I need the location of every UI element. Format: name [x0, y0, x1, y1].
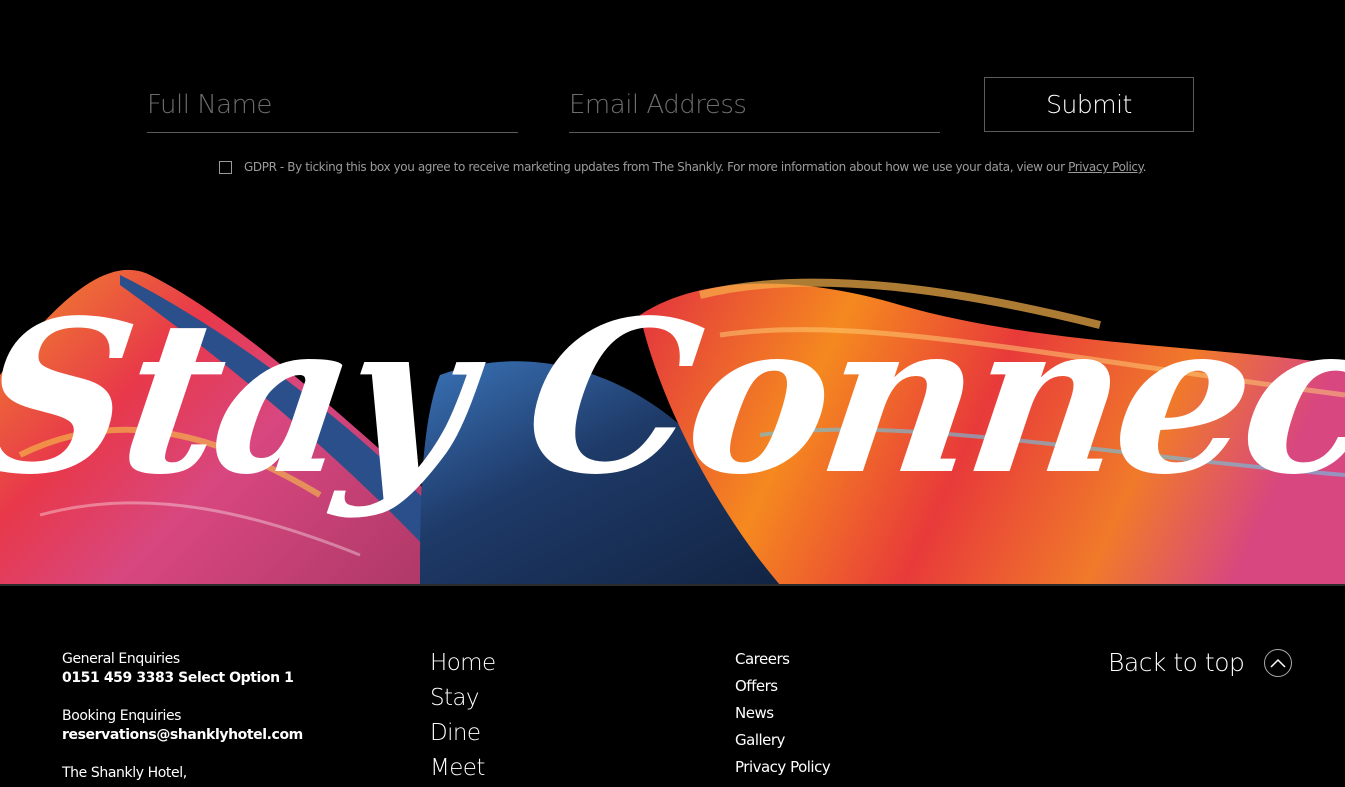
- stay-connected-banner: Stay Connected: [0, 255, 1345, 585]
- general-enquiries-phone[interactable]: 0151 459 3383 Select Option 1: [62, 669, 303, 688]
- submit-button[interactable]: Submit: [984, 77, 1194, 132]
- general-enquiries-label: General Enquiries: [62, 651, 180, 667]
- newsletter-form: Submit: [0, 77, 1345, 133]
- back-to-top-label: Back to top: [1108, 648, 1245, 677]
- nav-home[interactable]: Home: [430, 646, 496, 681]
- footer-secondary-nav: Careers Offers News Gallery Privacy Poli…: [735, 646, 831, 781]
- nav-meet[interactable]: Meet: [430, 751, 496, 786]
- footer-main-nav: Home Stay Dine Meet: [430, 646, 496, 786]
- nav-gallery[interactable]: Gallery: [735, 727, 830, 754]
- divider: [0, 584, 1345, 586]
- nav-privacy-policy[interactable]: Privacy Policy: [735, 754, 831, 781]
- stay-connected-heading: Stay Connected: [0, 274, 1345, 521]
- email-input[interactable]: [569, 85, 940, 125]
- nav-news[interactable]: News: [735, 700, 830, 727]
- booking-enquiries-email[interactable]: reservations@shanklyhotel.com: [62, 726, 303, 745]
- address-line: The Shankly Hotel,: [62, 765, 187, 781]
- email-field: [569, 77, 940, 133]
- nav-stay[interactable]: Stay: [430, 681, 496, 716]
- full-name-field: [147, 77, 518, 133]
- back-to-top-button[interactable]: Back to top: [1108, 648, 1293, 677]
- gdpr-consent: GDPR - By ticking this box you agree to …: [219, 158, 1146, 176]
- booking-enquiries-label: Booking Enquiries: [62, 708, 182, 724]
- nav-offers[interactable]: Offers: [735, 673, 830, 700]
- nav-dine[interactable]: Dine: [430, 716, 496, 751]
- full-name-input[interactable]: [147, 85, 518, 125]
- gdpr-checkbox[interactable]: [219, 160, 232, 174]
- gdpr-text: GDPR - By ticking this box you agree to …: [244, 160, 1146, 174]
- chevron-up-icon: [1264, 648, 1293, 677]
- privacy-policy-link[interactable]: Privacy Policy: [1068, 160, 1143, 174]
- contact-info: General Enquiries 0151 459 3383 Select O…: [62, 650, 303, 783]
- nav-careers[interactable]: Careers: [735, 646, 830, 673]
